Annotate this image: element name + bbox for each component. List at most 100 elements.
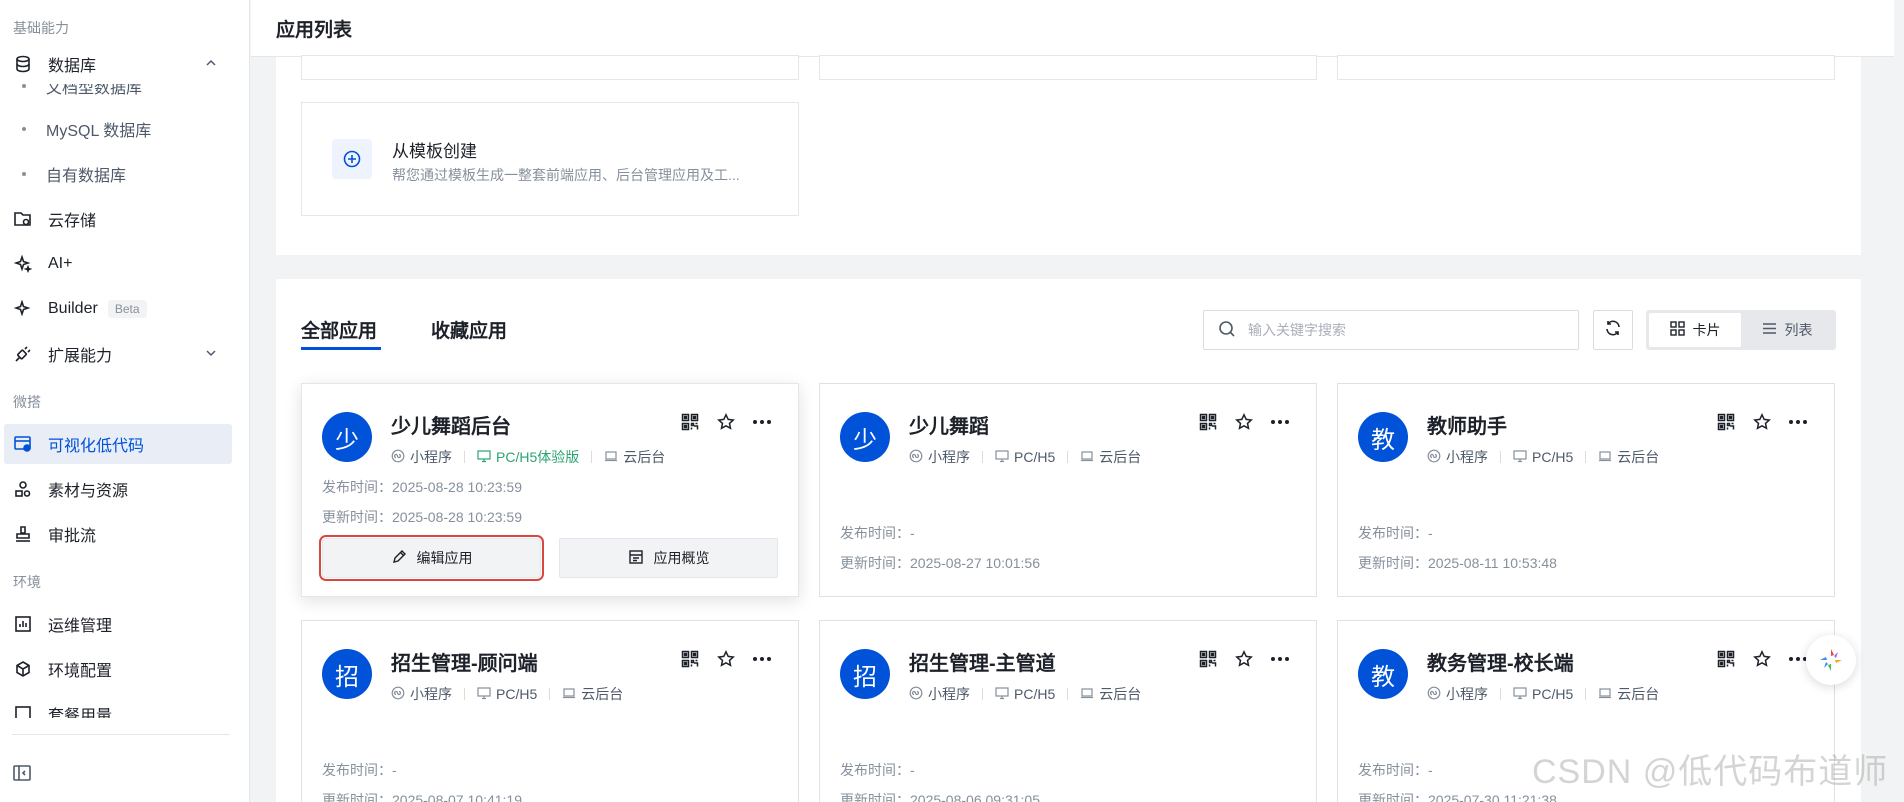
sidebar-item-usage[interactable]: 套餐用量: [0, 690, 232, 718]
card-view-button[interactable]: 卡片: [1649, 313, 1741, 347]
sidebar-item-label: 数据库: [48, 58, 97, 75]
template-card-partial[interactable]: [1337, 55, 1835, 80]
pencil-icon: [391, 549, 407, 568]
tab-all-apps[interactable]: 全部应用: [301, 316, 377, 343]
sidebar-item-env-config[interactable]: 环境配置: [0, 649, 232, 689]
tag-divider: [1067, 451, 1069, 463]
platform-tags: 小程序 PC/H5体验版 云后台: [391, 447, 665, 467]
card-actions: [680, 412, 772, 432]
tag-label: 云后台: [1099, 449, 1142, 465]
refresh-button[interactable]: [1593, 310, 1633, 350]
sidebar-subitem-mysql[interactable]: MySQL 数据库: [0, 109, 232, 149]
search-box[interactable]: 输入关键字搜索: [1203, 310, 1579, 350]
sidebar-subitem-own-db[interactable]: 自有数据库: [0, 154, 232, 194]
monitor-icon: [1513, 449, 1527, 466]
app-avatar: 招: [322, 649, 372, 699]
cube-icon: [12, 658, 34, 680]
app-overview-label: 应用概览: [653, 550, 710, 566]
miniprogram-icon: [1427, 686, 1441, 703]
sidebar: 基础能力 数据库 文档型数据库 MySQL 数据库 自有数据库 云存储 AI+ …: [0, 0, 250, 802]
more-icon[interactable]: [752, 649, 772, 669]
app-name: 招生管理-顾问端: [391, 653, 538, 675]
qrcode-icon[interactable]: [1198, 649, 1218, 669]
qrcode-icon[interactable]: [680, 412, 700, 432]
active-tab-indicator: [301, 347, 381, 350]
tag-divider: [982, 688, 983, 700]
sidebar-item-label: 自有数据库: [46, 168, 127, 185]
star-icon[interactable]: [1752, 412, 1772, 432]
sidebar-item-approval[interactable]: 审批流: [0, 514, 232, 554]
star-icon[interactable]: [716, 412, 736, 432]
template-card-partial[interactable]: [301, 55, 799, 80]
app-overview-button[interactable]: 应用概览: [559, 538, 778, 578]
qrcode-icon[interactable]: [1716, 412, 1736, 432]
admin-tag: 云后台: [1598, 447, 1659, 467]
refresh-icon: [1604, 319, 1622, 341]
sidebar-item-ai[interactable]: AI+: [0, 244, 232, 284]
sparkle-icon: [12, 298, 34, 320]
qrcode-icon[interactable]: [1716, 649, 1736, 669]
star-icon[interactable]: [1752, 649, 1772, 669]
star-icon[interactable]: [716, 649, 736, 669]
tag-label: PC/H5: [1532, 449, 1574, 465]
app-card[interactable]: 少 少儿舞蹈 小程序 PC/H5 云后台 发布时间：- 更新时间：2025-08: [819, 383, 1317, 597]
tag-label: PC/H5: [1532, 686, 1574, 702]
tag-label: PC/H5: [1014, 686, 1056, 702]
qrcode-icon[interactable]: [680, 649, 700, 669]
star-icon[interactable]: [1234, 649, 1254, 669]
update-time: 更新时间：2025-08-07 10:41:19: [322, 792, 522, 802]
tag-divider: [982, 451, 983, 463]
miniprogram-icon: [909, 449, 923, 466]
laptop-icon: [1598, 686, 1612, 703]
app-card[interactable]: 招 招生管理-主管道 小程序 PC/H5 云后台 发布时间：- 更新时间：202: [819, 620, 1317, 802]
tag-label: PC/H5体验版: [496, 449, 580, 465]
tag-label: 小程序: [1446, 449, 1488, 465]
create-from-template-card[interactable]: 从模板创建 帮您通过模板生成一整套前端应用、后台管理应用及工...: [301, 102, 799, 216]
sidebar-item-assets[interactable]: 素材与资源: [0, 469, 232, 509]
sidebar-item-builder[interactable]: Builder Beta: [0, 289, 232, 329]
sidebar-item-database[interactable]: 数据库: [0, 44, 232, 84]
assistant-logo-icon[interactable]: [1806, 635, 1856, 685]
app-card[interactable]: 招 招生管理-顾问端 小程序 PC/H5 云后台 发布时间：- 更新时间：202: [301, 620, 799, 802]
publish-time: 发布时间：-: [1358, 762, 1433, 778]
section-label-basic: 基础能力: [13, 20, 69, 36]
sidebar-item-storage[interactable]: 云存储: [0, 199, 232, 239]
more-icon[interactable]: [752, 412, 772, 432]
template-card-partial[interactable]: [819, 55, 1317, 80]
app-avatar: 少: [840, 412, 890, 462]
admin-tag: 云后台: [1080, 684, 1141, 704]
laptop-icon: [1598, 449, 1612, 466]
more-icon[interactable]: [1788, 649, 1808, 669]
tag-divider: [591, 451, 593, 463]
list-view-button[interactable]: 列表: [1741, 313, 1833, 347]
search-input[interactable]: 输入关键字搜索: [1248, 320, 1346, 340]
tab-favorite-apps[interactable]: 收藏应用: [431, 316, 507, 343]
app-card[interactable]: 少 少儿舞蹈后台 小程序 PC/H5体验版 云后台 发布时间：2025-08-2…: [301, 383, 799, 597]
miniprogram-tag: 小程序: [909, 447, 970, 467]
edit-app-button[interactable]: 编辑应用: [319, 535, 544, 581]
star-icon[interactable]: [1234, 412, 1254, 432]
sidebar-item-ops[interactable]: 运维管理: [0, 604, 232, 644]
publish-time: 发布时间：2025-08-28 10:23:59: [322, 479, 522, 495]
monitor-icon: [995, 449, 1009, 466]
package-icon: [12, 702, 34, 718]
laptop-icon: [1080, 449, 1094, 466]
collapse-sidebar-icon[interactable]: [12, 764, 32, 786]
miniprogram-tag: 小程序: [1427, 447, 1488, 467]
more-icon[interactable]: [1270, 412, 1290, 432]
tag-label: 云后台: [1617, 686, 1660, 702]
tag-label: 小程序: [928, 449, 970, 465]
more-icon[interactable]: [1270, 649, 1290, 669]
sidebar-item-label: 素材与资源: [48, 483, 129, 500]
update-time: 更新时间：2025-08-27 10:01:56: [840, 555, 1040, 571]
sidebar-item-extensions[interactable]: 扩展能力: [0, 334, 232, 374]
miniprogram-icon: [909, 686, 923, 703]
platform-tags: 小程序 PC/H5 云后台: [391, 684, 623, 704]
qrcode-icon[interactable]: [1198, 412, 1218, 432]
app-card[interactable]: 教 教师助手 小程序 PC/H5 云后台 发布时间：- 更新时间：2025-08: [1337, 383, 1835, 597]
sidebar-item-lowcode[interactable]: 可视化低代码: [4, 424, 232, 464]
card-actions: [1198, 412, 1290, 432]
platform-tags: 小程序 PC/H5 云后台: [909, 447, 1141, 467]
more-icon[interactable]: [1788, 412, 1808, 432]
sidebar-item-label: Builder: [48, 300, 98, 317]
